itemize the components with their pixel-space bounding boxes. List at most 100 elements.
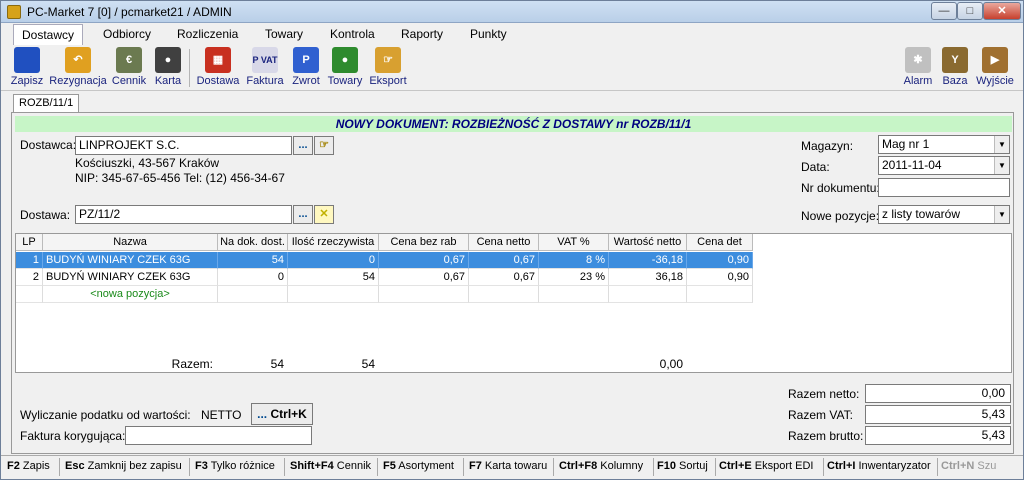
- supplier-nip: NIP: 345-67-65-456 Tel: (12) 456-34-67: [75, 171, 285, 185]
- save-button[interactable]: Zapisz: [9, 45, 45, 91]
- column-header-cena-det[interactable]: Cena det: [687, 234, 753, 251]
- document-number-label: Nr dokumentu:: [801, 181, 880, 195]
- floppy-disk-icon: [14, 47, 40, 73]
- date-label: Data:: [801, 160, 830, 174]
- gross-total-value: 5,43: [865, 426, 1011, 445]
- database-button[interactable]: Y Baza: [939, 45, 971, 91]
- shortcut-assortment[interactable]: F5 Asortyment: [383, 460, 454, 472]
- title-bar: PC-Market 7 [0] / pcmarket21 / ADMIN — □…: [1, 1, 1023, 23]
- delivery-label: Dostawa:: [20, 208, 71, 222]
- exit-door-icon: ▶: [982, 47, 1008, 73]
- menu-towary[interactable]: Towary: [265, 27, 303, 41]
- warehouse-select[interactable]: Mag nr 1 ▼: [878, 135, 1010, 154]
- maximize-button[interactable]: □: [957, 2, 983, 20]
- tab-rozb-11-1[interactable]: ROZB/11/1: [13, 94, 80, 113]
- shortcut-price-list[interactable]: Shift+F4 Cennik: [290, 460, 371, 472]
- items-grid[interactable]: LP Nazwa Na dok. dost. Ilość rzeczywista…: [15, 233, 1012, 373]
- document-panel: NOWY DOKUMENT: ROZBIEŻNOŚĆ Z DOSTAWY nr …: [11, 112, 1014, 454]
- shortcut-columns[interactable]: Ctrl+F8 Kolumny: [559, 460, 643, 472]
- column-header-nazwa[interactable]: Nazwa: [43, 234, 218, 251]
- invoice-icon: P VAT: [252, 47, 278, 73]
- warehouse-label: Magazyn:: [801, 139, 854, 153]
- net-total-label: Razem netto:: [788, 387, 860, 401]
- new-items-select[interactable]: z listy towarów ▼: [878, 205, 1010, 224]
- table-row[interactable]: 1 BUDYŃ WINIARY CZEK 63G 54 0 0,67 0,67 …: [16, 252, 753, 269]
- totals-label: Razem:: [171, 357, 213, 371]
- supplier-card-button[interactable]: ☞: [314, 136, 334, 155]
- card-button[interactable]: ● Karta: [151, 45, 185, 91]
- app-icon: [7, 5, 21, 19]
- totals-row: Razem: 54 54 0,00: [15, 355, 1012, 372]
- totals-ilosc: 54: [361, 357, 375, 371]
- return-icon: P: [293, 47, 319, 73]
- shortcut-bar: F2 Zapis Esc Zamknij bez zapisu F3 Tylko…: [1, 455, 1023, 479]
- shortcut-product-card[interactable]: F7 Karta towaru: [469, 460, 547, 472]
- shortcut-close[interactable]: Esc Zamknij bez zapisu: [65, 460, 182, 472]
- table-row[interactable]: 2 BUDYŃ WINIARY CZEK 63G 0 54 0,67 0,67 …: [16, 269, 753, 286]
- supplier-field[interactable]: LINPROJEKT S.C.: [75, 136, 292, 155]
- tax-calc-button[interactable]: ... Ctrl+K: [251, 403, 313, 425]
- delivery-clear-button[interactable]: ✕: [314, 205, 334, 224]
- dropdown-arrow-icon[interactable]: ▼: [994, 136, 1009, 153]
- column-header-na-dok[interactable]: Na dok. dost.: [218, 234, 288, 251]
- date-select[interactable]: 2011-11-04 ▼: [878, 156, 1010, 175]
- gross-total-label: Razem brutto:: [788, 429, 864, 443]
- price-list-button[interactable]: € Cennik: [109, 45, 149, 91]
- close-button[interactable]: ✕: [983, 2, 1021, 20]
- column-header-lp[interactable]: LP: [16, 234, 43, 251]
- tax-calc-label: Wyliczanie podatku od wartości:: [20, 408, 191, 422]
- delivery-field[interactable]: PZ/11/2: [75, 205, 292, 224]
- new-items-label: Nowe pozycje:: [801, 209, 880, 223]
- invoice-button[interactable]: P VAT Faktura: [245, 45, 285, 91]
- delivery-button[interactable]: ▦ Dostawa: [195, 45, 241, 91]
- shortcut-search[interactable]: Ctrl+N Szu: [941, 460, 996, 472]
- menu-dostawcy[interactable]: Dostawcy: [13, 24, 84, 45]
- exit-button[interactable]: ▶ Wyjście: [975, 45, 1015, 91]
- supplier-label: Dostawca:: [20, 138, 77, 152]
- menu-odbiorcy[interactable]: Odbiorcy: [103, 27, 151, 41]
- column-header-cena-netto[interactable]: Cena netto: [469, 234, 539, 251]
- dropdown-arrow-icon[interactable]: ▼: [994, 206, 1009, 223]
- alarm-button[interactable]: ✱ Alarm: [901, 45, 935, 91]
- products-button[interactable]: ● Towary: [325, 45, 365, 91]
- shortcut-save[interactable]: F2 Zapis: [7, 460, 50, 472]
- shortcut-export-edi[interactable]: Ctrl+E Eksport EDI: [719, 460, 813, 472]
- totals-na-dok: 54: [270, 357, 284, 371]
- column-header-vat[interactable]: VAT %: [539, 234, 609, 251]
- hand-card-icon: ☞: [319, 139, 329, 151]
- dropdown-arrow-icon[interactable]: ▼: [994, 157, 1009, 174]
- toolbar-separator: [189, 49, 190, 87]
- menu-punkty[interactable]: Punkty: [470, 27, 507, 41]
- supplier-browse-button[interactable]: ...: [293, 136, 313, 155]
- totals-wartosc: 0,00: [659, 357, 683, 371]
- document-number-field[interactable]: [878, 178, 1010, 197]
- menu-rozliczenia[interactable]: Rozliczenia: [177, 27, 238, 41]
- correction-invoice-field[interactable]: [125, 426, 312, 445]
- export-button[interactable]: ☞ Eksport: [367, 45, 409, 91]
- cancel-button[interactable]: ↶ Rezygnacja: [47, 45, 109, 91]
- menu-raporty[interactable]: Raporty: [401, 27, 443, 41]
- toolbar: Zapisz ↶ Rezygnacja € Cennik ● Karta ▦ Dosta…: [1, 45, 1023, 91]
- net-total-value: 0,00: [865, 384, 1011, 403]
- new-item-link[interactable]: <nowa pozycja>: [43, 286, 218, 303]
- column-header-cena-bez-rab[interactable]: Cena bez rab: [379, 234, 469, 251]
- column-header-wartosc-netto[interactable]: Wartość netto: [609, 234, 687, 251]
- minimize-button[interactable]: —: [931, 2, 957, 20]
- vat-total-label: Razem VAT:: [788, 408, 853, 422]
- column-header-ilosc[interactable]: Ilość rzeczywista: [288, 234, 379, 251]
- return-button[interactable]: P Zwrot: [289, 45, 323, 91]
- product-card-icon: ●: [155, 47, 181, 73]
- correction-invoice-label: Faktura korygująca:: [20, 429, 126, 443]
- fruit-basket-icon: ●: [332, 47, 358, 73]
- tax-calc-value: NETTO: [201, 408, 242, 422]
- shortcut-inventory[interactable]: Ctrl+I Inwentaryzator: [827, 460, 931, 472]
- menu-kontrola[interactable]: Kontrola: [330, 27, 375, 41]
- application-window: PC-Market 7 [0] / pcmarket21 / ADMIN — □…: [0, 0, 1024, 480]
- shortcut-differences[interactable]: F3 Tylko różnice: [195, 460, 275, 472]
- new-item-row[interactable]: <nowa pozycja>: [16, 286, 753, 303]
- delivery-browse-button[interactable]: ...: [293, 205, 313, 224]
- document-tabs: ROZB/11/1: [1, 92, 1023, 113]
- undo-icon: ↶: [65, 47, 91, 73]
- shortcut-sort[interactable]: F10 Sortuj: [657, 460, 708, 472]
- document-title: NOWY DOKUMENT: ROZBIEŻNOŚĆ Z DOSTAWY nr …: [15, 116, 1012, 132]
